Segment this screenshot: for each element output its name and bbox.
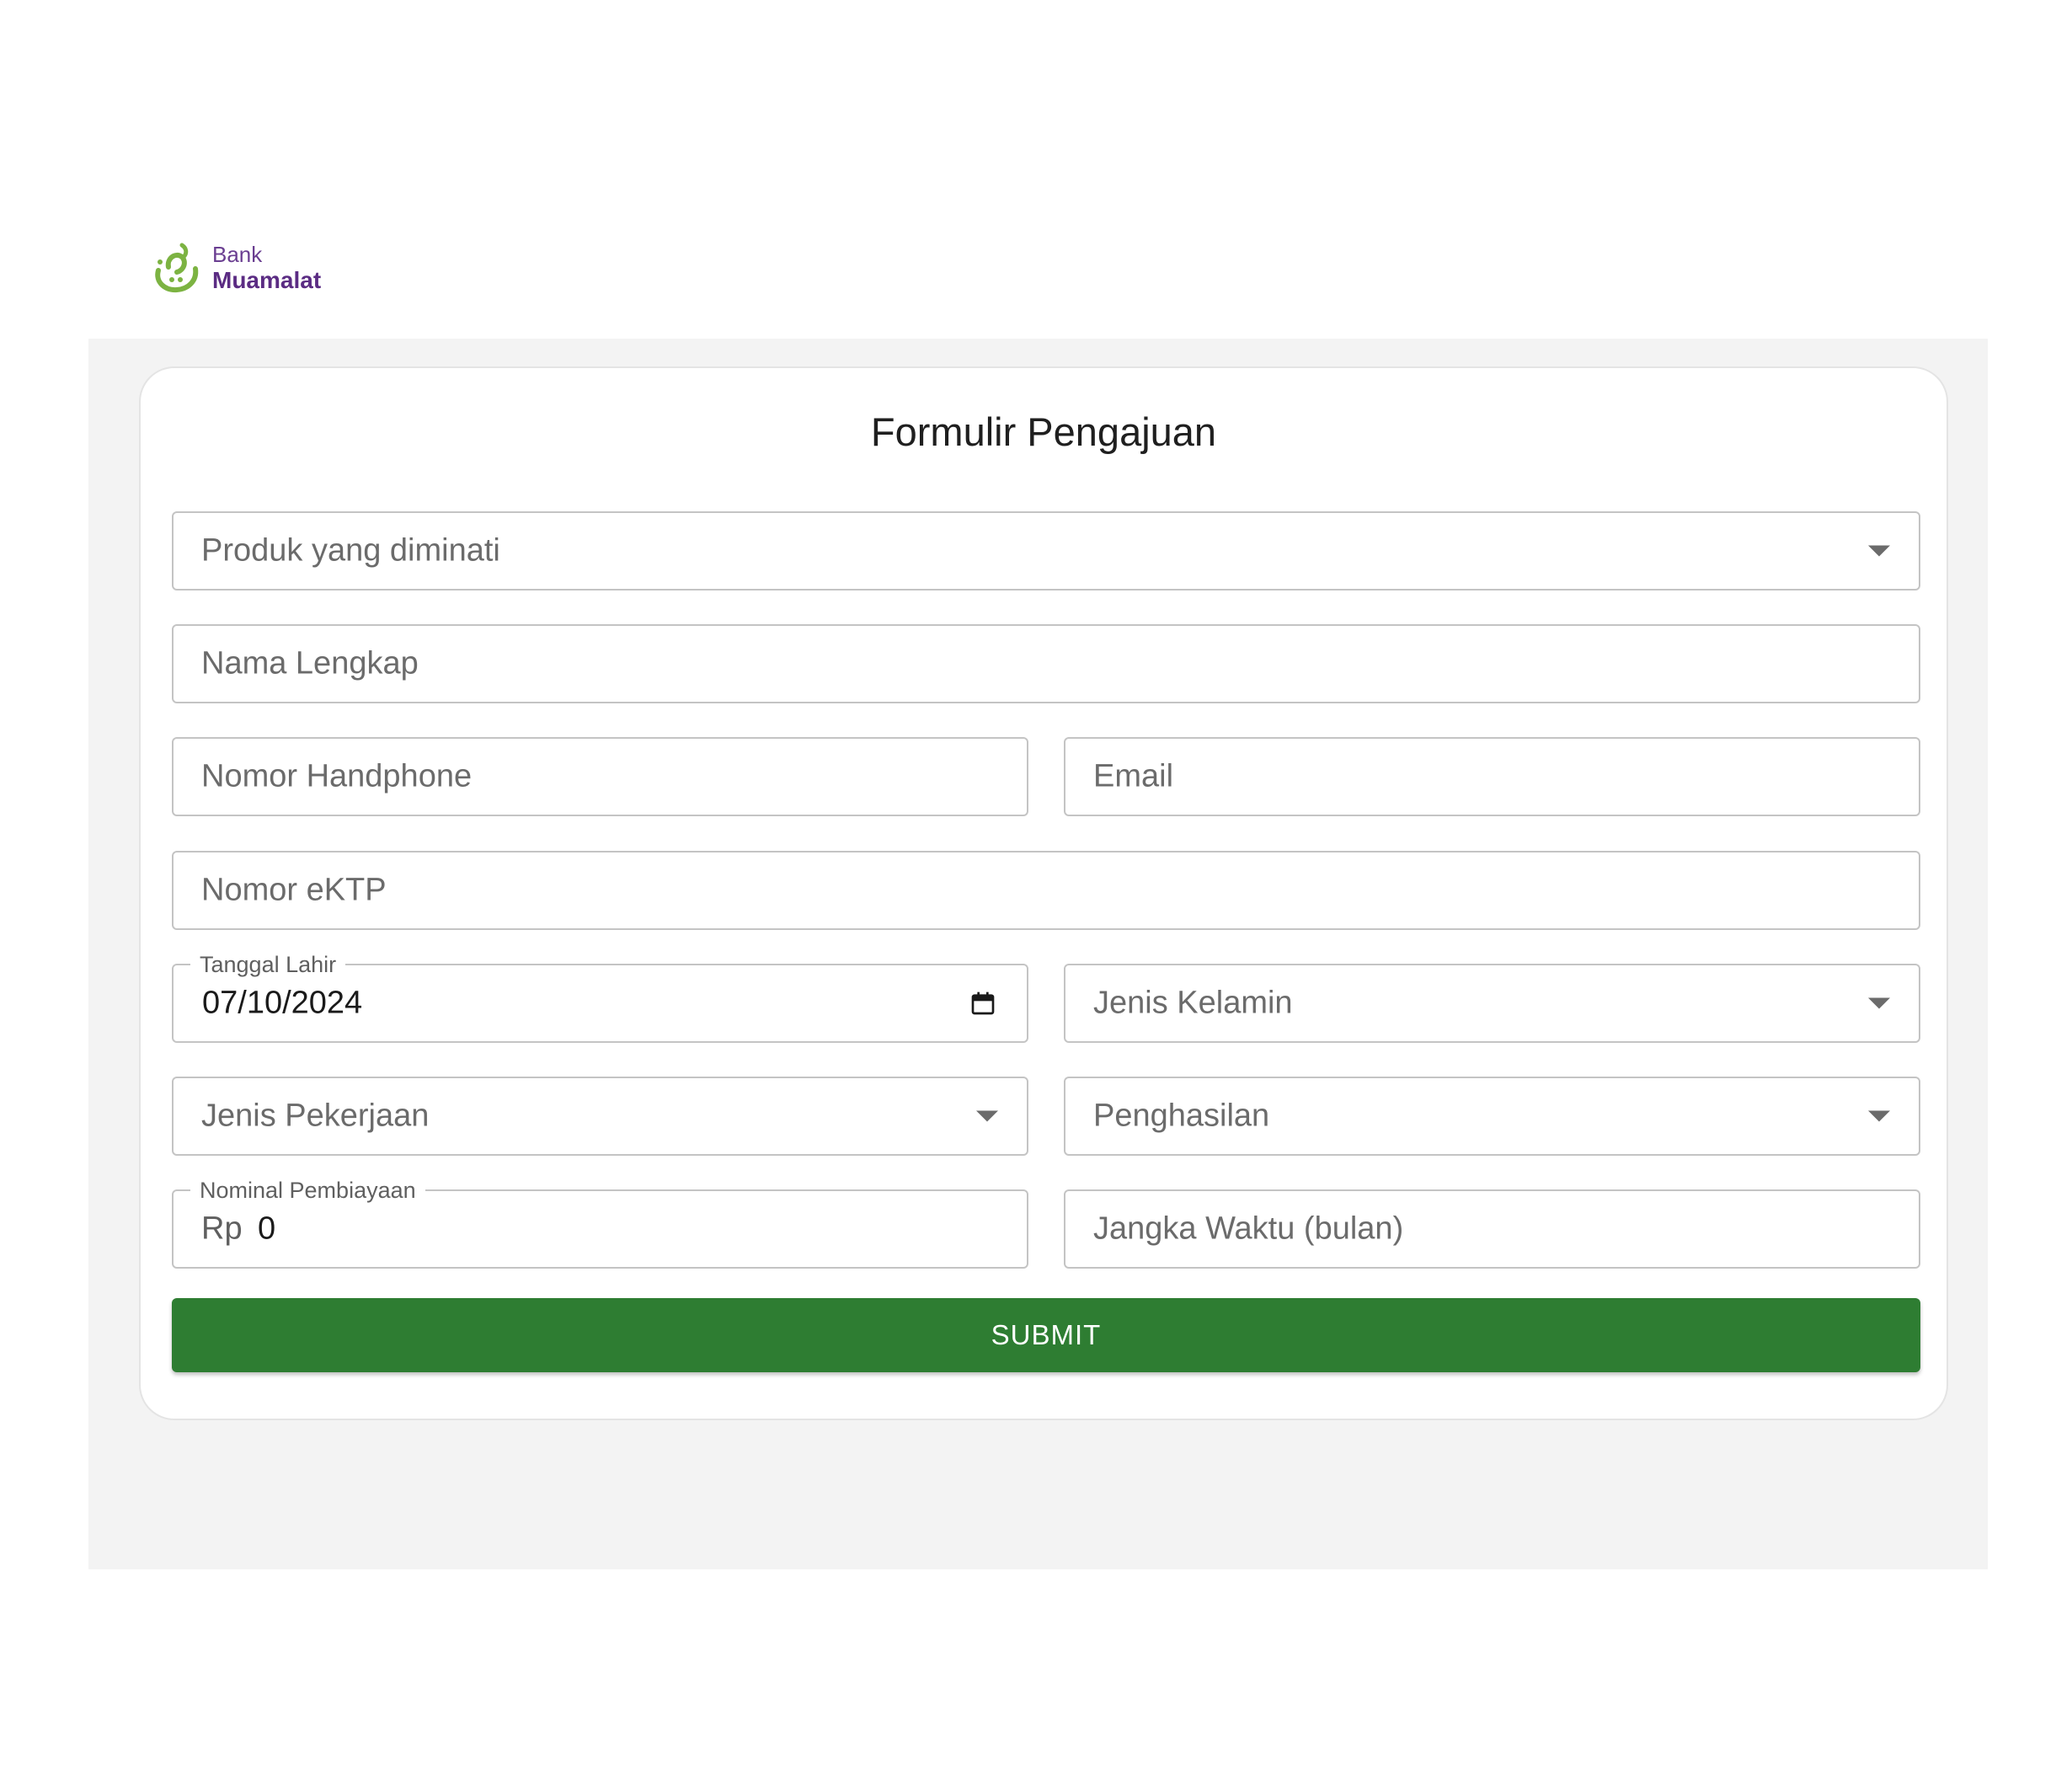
chevron-down-icon[interactable] <box>976 1110 998 1122</box>
tanggal-lahir-input[interactable]: Tanggal Lahir 07/10/2024 <box>172 952 1028 1043</box>
penghasilan-placeholder: Penghasilan <box>1093 1098 1270 1134</box>
muamalat-logo-icon <box>155 243 199 292</box>
tanggal-lahir-label: Tanggal Lahir <box>190 952 346 977</box>
email-placeholder: Email <box>1093 758 1174 794</box>
penghasilan-select[interactable]: Penghasilan <box>1064 1077 1920 1156</box>
nomor-handphone-input[interactable]: Nomor Handphone <box>172 737 1028 816</box>
bank-logo[interactable]: Bank Muamalat <box>150 240 335 295</box>
page: Bank Muamalat Formulir Pengajuan Produk … <box>0 0 2072 1769</box>
nama-lengkap-input[interactable]: Nama Lengkap <box>172 624 1920 703</box>
email-input[interactable]: Email <box>1064 737 1920 816</box>
nominal-pembiayaan-input[interactable]: Nominal Pembiayaan Rp 0 <box>172 1178 1028 1269</box>
jangka-waktu-placeholder: Jangka Waktu (bulan) <box>1093 1211 1404 1247</box>
jenis-pekerjaan-select[interactable]: Jenis Pekerjaan <box>172 1077 1028 1156</box>
chevron-down-icon[interactable] <box>1868 997 1890 1009</box>
jenis-kelamin-placeholder: Jenis Kelamin <box>1093 985 1293 1021</box>
currency-prefix: Rp <box>201 1211 243 1247</box>
tanggal-lahir-value: 07/10/2024 <box>202 985 363 1021</box>
nominal-pembiayaan-label: Nominal Pembiayaan <box>190 1178 425 1203</box>
content-background: Formulir Pengajuan Produk yang diminati … <box>88 339 1988 1569</box>
form-card: Formulir Pengajuan Produk yang diminati … <box>139 366 1948 1420</box>
calendar-icon[interactable] <box>969 990 996 1017</box>
jenis-pekerjaan-placeholder: Jenis Pekerjaan <box>201 1098 430 1134</box>
chevron-down-icon[interactable] <box>1868 1110 1890 1122</box>
logo-text-muamalat: Muamalat <box>212 266 322 293</box>
produk-select[interactable]: Produk yang diminati <box>172 511 1920 591</box>
nomor-ektp-input[interactable]: Nomor eKTP <box>172 851 1920 930</box>
chevron-down-icon[interactable] <box>1868 545 1890 557</box>
jenis-kelamin-select[interactable]: Jenis Kelamin <box>1064 964 1920 1043</box>
nominal-value: 0 <box>258 1211 276 1247</box>
form-title: Formulir Pengajuan <box>870 409 1217 454</box>
jangka-waktu-input[interactable]: Jangka Waktu (bulan) <box>1064 1189 1920 1269</box>
submit-button[interactable]: SUBMIT <box>172 1298 1920 1372</box>
nama-lengkap-placeholder: Nama Lengkap <box>201 645 419 681</box>
nomor-ektp-placeholder: Nomor eKTP <box>201 872 387 908</box>
nomor-handphone-placeholder: Nomor Handphone <box>201 758 473 794</box>
logo-text-bank: Bank <box>212 241 263 267</box>
produk-placeholder: Produk yang diminati <box>201 532 500 569</box>
